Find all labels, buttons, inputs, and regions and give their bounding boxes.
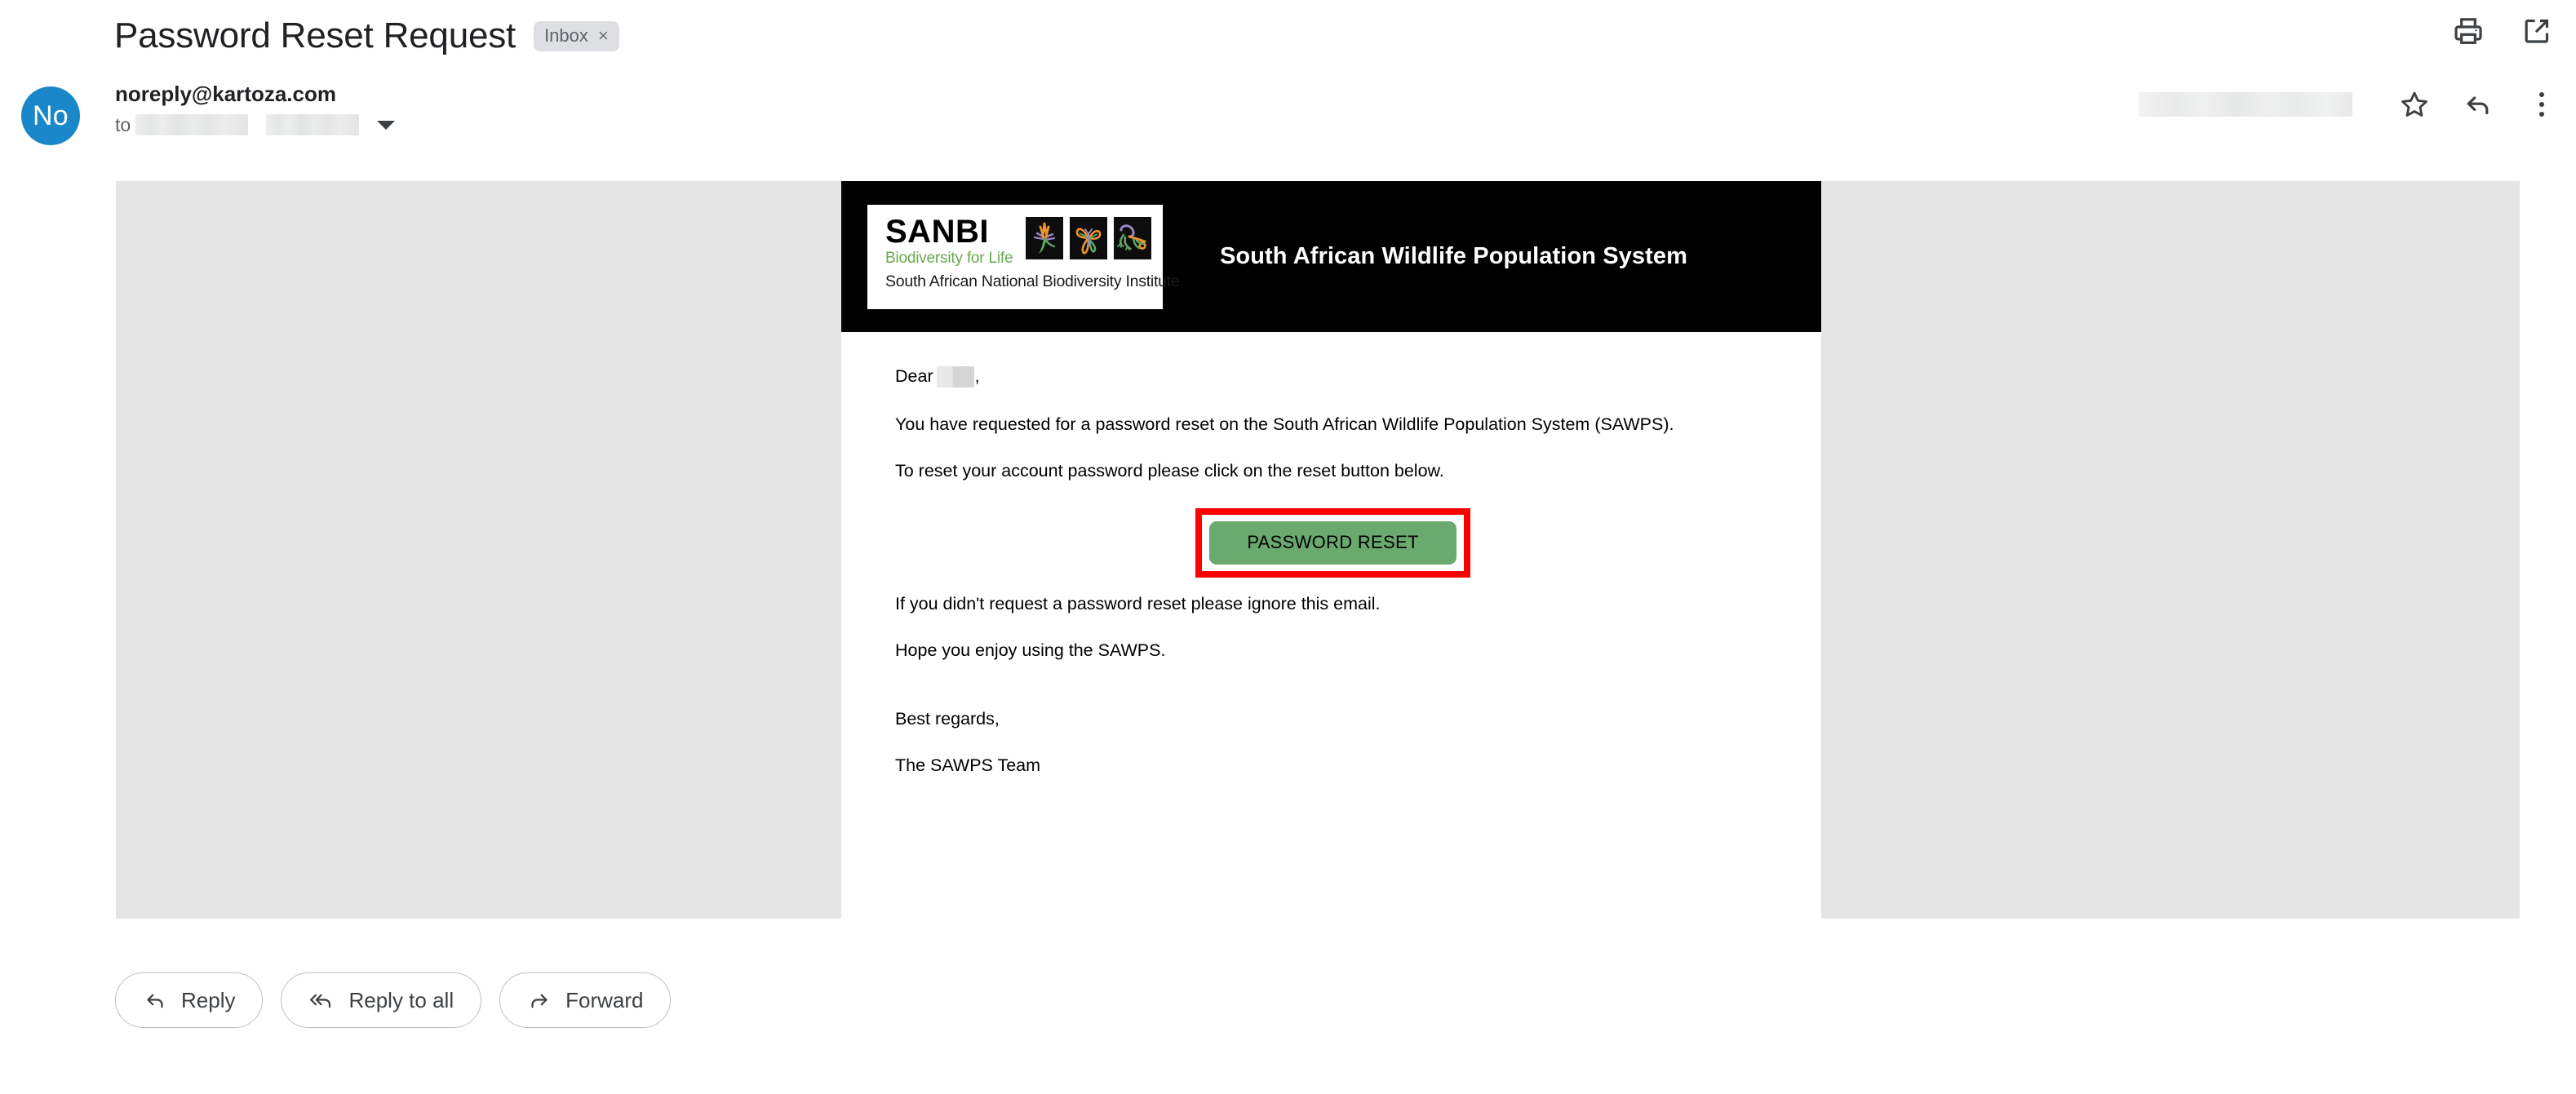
logo-illustration-tiles — [1026, 217, 1152, 259]
forward-arrow-icon — [531, 994, 548, 1008]
reply-arrow-icon[interactable] — [2462, 88, 2494, 121]
email-signoff: Best regards, — [895, 709, 1000, 729]
logo-wordmark: SANBI — [885, 214, 989, 250]
open-in-new-window-icon[interactable] — [2521, 15, 2553, 47]
timestamp-redacted — [2139, 92, 2352, 117]
email-paragraph-3: If you didn't request a password reset p… — [895, 594, 1381, 613]
greeting-suffix: , — [974, 366, 980, 387]
subject-header: Password Reset Request Inbox × — [0, 0, 2576, 72]
star-icon[interactable] — [2398, 88, 2431, 121]
greeting-line: Dear , — [895, 366, 1771, 388]
email-thread-view: Password Reset Request Inbox × No norepl… — [0, 0, 2576, 1094]
avatar: No — [21, 86, 80, 145]
sanbi-logo: SANBI Biodiversity for Life South Africa… — [867, 205, 1180, 309]
sender-email-address[interactable]: noreply@kartoza.com — [115, 80, 395, 108]
email-team: The SAWPS Team — [895, 755, 1041, 775]
reply-button[interactable]: Reply — [115, 972, 264, 1028]
dot — [2539, 112, 2544, 117]
email-paragraph-2: To reset your account password please cl… — [895, 460, 1444, 481]
strelitzia-flower-icon — [1026, 217, 1064, 259]
password-reset-button[interactable]: PASSWORD RESET — [1209, 521, 1456, 565]
email-paragraph-1: You have requested for a password reset … — [895, 414, 1674, 434]
logo-full-name: South African National Biodiversity Inst… — [885, 272, 1180, 290]
forward-button-label: Forward — [565, 987, 644, 1012]
sender-header: No noreply@kartoza.com to — [0, 80, 2576, 153]
to-label: to — [115, 114, 131, 135]
subject-action-icons — [2452, 15, 2553, 47]
butterfly-icon — [1070, 217, 1108, 259]
reply-action-bar: Reply Reply to all Forward — [115, 972, 672, 1028]
message-action-icons — [2139, 88, 2558, 121]
recipient-row[interactable]: to — [115, 113, 396, 136]
reply-all-arrow-icon — [310, 994, 331, 1008]
email-message-body: SANBI Biodiversity for Life South Africa… — [841, 181, 1821, 919]
reply-all-button[interactable]: Reply to all — [281, 972, 482, 1028]
email-content: Dear , You have requested for a password… — [841, 332, 1821, 774]
reply-button-label: Reply — [181, 987, 236, 1012]
recipient-name-redacted — [936, 366, 974, 388]
page-title: Password Reset Request — [114, 16, 517, 55]
forward-button[interactable]: Forward — [499, 972, 672, 1028]
password-reset-button-area: PASSWORD RESET — [895, 508, 1771, 578]
dot — [2539, 92, 2544, 97]
label-badge-inbox[interactable]: Inbox × — [534, 20, 619, 51]
more-options-icon[interactable] — [2525, 88, 2558, 121]
email-banner: SANBI Biodiversity for Life South Africa… — [841, 181, 1821, 332]
print-icon[interactable] — [2452, 15, 2485, 47]
logo-tagline: Biodiversity for Life — [885, 250, 1013, 267]
label-remove-icon[interactable]: × — [598, 26, 609, 45]
label-badge-text: Inbox — [544, 24, 588, 46]
reply-arrow-icon — [147, 994, 163, 1008]
chevron-down-icon[interactable] — [377, 120, 396, 130]
reply-all-button-label: Reply to all — [348, 987, 454, 1012]
email-paragraph-4: Hope you enjoy using the SAWPS. — [895, 640, 1166, 660]
gecko-icon — [1114, 217, 1152, 259]
recipient-redacted — [135, 114, 249, 135]
annotation-highlight-box: PASSWORD RESET — [1195, 508, 1470, 578]
greeting-prefix: Dear — [895, 366, 933, 387]
sender-details: noreply@kartoza.com to — [115, 80, 396, 136]
dot — [2539, 102, 2544, 107]
recipient-redacted-2 — [266, 114, 360, 135]
